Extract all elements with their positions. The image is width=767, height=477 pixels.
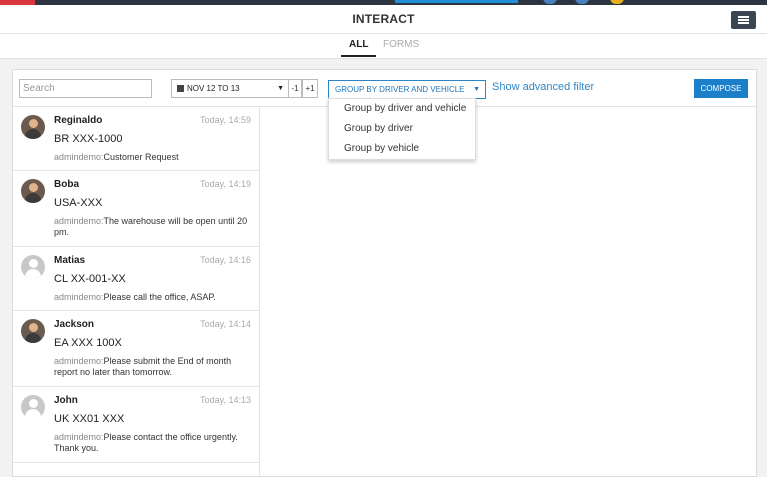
message-preview: admindemo:The warehouse will be open unt… (54, 216, 248, 237)
avatar (21, 255, 45, 279)
tab-forms[interactable]: FORMS (383, 39, 419, 50)
vehicle-plate: USA-XXX (54, 197, 103, 209)
message-time: Today, 14:14 (200, 319, 251, 329)
menu-icon[interactable] (731, 11, 756, 29)
messages-panel: Search NOV 12 TO 13 ▼ -1 +1 GROUP BY DRI… (12, 69, 757, 477)
driver-name: Jackson (54, 319, 95, 330)
group-by-dropdown: Group by driver and vehicle Group by dri… (328, 98, 476, 160)
message-preview: admindemo:Please submit the End of month… (54, 356, 232, 377)
vehicle-plate: EA XXX 100X (54, 337, 122, 349)
tab-all[interactable]: ALL (340, 39, 378, 57)
top-progress-indicator (395, 0, 518, 3)
group-option-vehicle[interactable]: Group by vehicle (344, 143, 419, 154)
group-by-select[interactable]: GROUP BY DRIVER AND VEHICLE ▼ (328, 80, 486, 99)
tab-bar: ALL FORMS (0, 34, 767, 59)
group-option-driver-vehicle[interactable]: Group by driver and vehicle (344, 103, 466, 114)
page-header: INTERACT (0, 5, 767, 34)
message-time: Today, 14:19 (200, 179, 251, 189)
advanced-filter-link[interactable]: Show advanced filter (492, 81, 594, 93)
message-preview: admindemo:Please call the office, ASAP. (54, 292, 216, 302)
group-by-value: GROUP BY DRIVER AND VEHICLE (335, 85, 465, 94)
date-range-value: NOV 12 TO 13 (187, 84, 240, 93)
message-time: Today, 14:13 (200, 395, 251, 405)
vehicle-plate: BR XXX-1000 (54, 133, 123, 145)
vehicle-plate: CL XX-001-XX (54, 273, 126, 285)
driver-name: John (54, 395, 78, 406)
message-preview: admindemo:Please contact the office urge… (54, 432, 238, 453)
list-item[interactable]: John Today, 14:13 UK XX01 XXX admindemo:… (13, 387, 259, 463)
date-range-select[interactable]: NOV 12 TO 13 ▼ (171, 79, 289, 98)
previous-day-button[interactable]: -1 (288, 79, 302, 98)
message-time: Today, 14:16 (200, 255, 251, 265)
list-item[interactable]: Jackson Today, 14:14 EA XXX 100X adminde… (13, 311, 259, 387)
avatar (21, 319, 45, 343)
driver-name: Boba (54, 179, 79, 190)
avatar (21, 395, 45, 419)
search-input[interactable]: Search (19, 79, 152, 98)
next-day-button[interactable]: +1 (302, 79, 318, 98)
list-item[interactable]: Matias Today, 14:16 CL XX-001-XX adminde… (13, 247, 259, 311)
notification-icon[interactable] (610, 0, 624, 4)
driver-name: Reginaldo (54, 115, 103, 126)
calendar-icon (177, 85, 184, 92)
top-nav-icon[interactable] (575, 0, 589, 4)
top-nav-icon[interactable] (543, 0, 557, 4)
message-time: Today, 14:59 (200, 115, 251, 125)
driver-name: Matias (54, 255, 86, 266)
avatar (21, 179, 45, 203)
vehicle-plate: UK XX01 XXX (54, 413, 125, 425)
list-item[interactable]: Reginaldo Today, 14:59 BR XXX-1000 admin… (13, 107, 259, 171)
conversation-list: Reginaldo Today, 14:59 BR XXX-1000 admin… (13, 107, 260, 476)
message-preview: admindemo:Customer Request (54, 152, 179, 162)
list-item[interactable]: Boba Today, 14:19 USA-XXX admindemo:The … (13, 171, 259, 247)
chevron-down-icon: ▼ (473, 86, 480, 93)
page-title: INTERACT (352, 12, 415, 26)
compose-button[interactable]: COMPOSE (694, 79, 748, 98)
avatar (21, 115, 45, 139)
chevron-down-icon: ▼ (277, 85, 284, 92)
group-option-driver[interactable]: Group by driver (344, 123, 413, 134)
